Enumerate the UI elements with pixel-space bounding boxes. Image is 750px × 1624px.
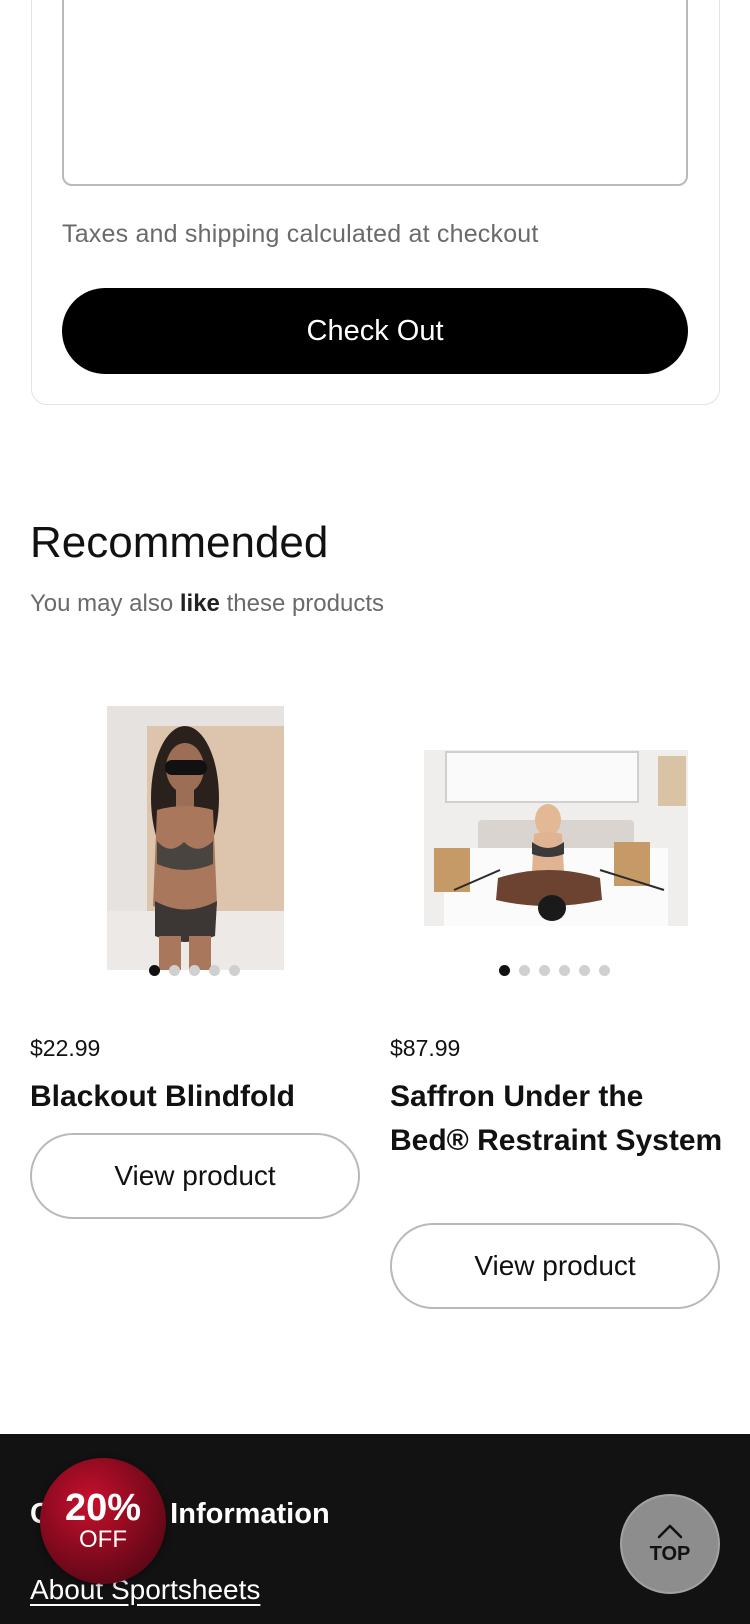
- product-image-carousel[interactable]: [390, 700, 720, 990]
- carousel-dots: [30, 965, 360, 976]
- discount-promo-badge[interactable]: 20% OFF: [40, 1458, 166, 1584]
- tax-shipping-note: Taxes and shipping calculated at checkou…: [62, 220, 539, 248]
- recommended-title: Recommended: [30, 518, 329, 567]
- carousel-dot[interactable]: [209, 965, 220, 976]
- subtitle-pre: You may also: [30, 590, 180, 617]
- product-card: $87.99 Saffron Under the Bed® Restraint …: [390, 700, 722, 1309]
- recommended-subtitle: You may also like these products: [30, 590, 384, 618]
- carousel-dot[interactable]: [229, 965, 240, 976]
- promo-off-label: OFF: [79, 1526, 127, 1553]
- carousel-dot[interactable]: [519, 965, 530, 976]
- back-to-top-button[interactable]: TOP: [620, 1494, 720, 1594]
- carousel-dot[interactable]: [189, 965, 200, 976]
- view-product-button[interactable]: View product: [30, 1133, 360, 1219]
- carousel-dot[interactable]: [149, 965, 160, 976]
- product-price: $87.99: [390, 1035, 461, 1061]
- carousel-dot[interactable]: [539, 965, 550, 976]
- carousel-dot[interactable]: [599, 965, 610, 976]
- product-price: $22.99: [30, 1035, 101, 1061]
- product-image[interactable]: [107, 706, 284, 970]
- subtitle-post: these products: [219, 590, 385, 617]
- view-product-button[interactable]: View product: [390, 1223, 720, 1309]
- carousel-dots: [390, 965, 720, 976]
- carousel-dot[interactable]: [559, 965, 570, 976]
- product-image[interactable]: [424, 750, 688, 926]
- carousel-dot[interactable]: [579, 965, 590, 976]
- carousel-dot[interactable]: [169, 965, 180, 976]
- back-to-top-label: TOP: [649, 1542, 691, 1565]
- carousel-dot[interactable]: [499, 965, 510, 976]
- product-name[interactable]: Blackout Blindfold: [30, 1075, 370, 1119]
- product-name[interactable]: Saffron Under the Bed® Restraint System: [390, 1075, 730, 1163]
- footer-link-about[interactable]: About Sportsheets: [30, 1574, 260, 1606]
- checkout-button[interactable]: Check Out: [62, 288, 688, 374]
- subtitle-bold: like: [179, 590, 220, 617]
- product-image-carousel[interactable]: [30, 700, 360, 990]
- order-note-field[interactable]: [62, 0, 688, 186]
- chevron-up-icon: [657, 1524, 683, 1538]
- product-card: $22.99 Blackout Blindfold View product: [30, 700, 360, 1219]
- promo-percent: 20%: [64, 1487, 142, 1529]
